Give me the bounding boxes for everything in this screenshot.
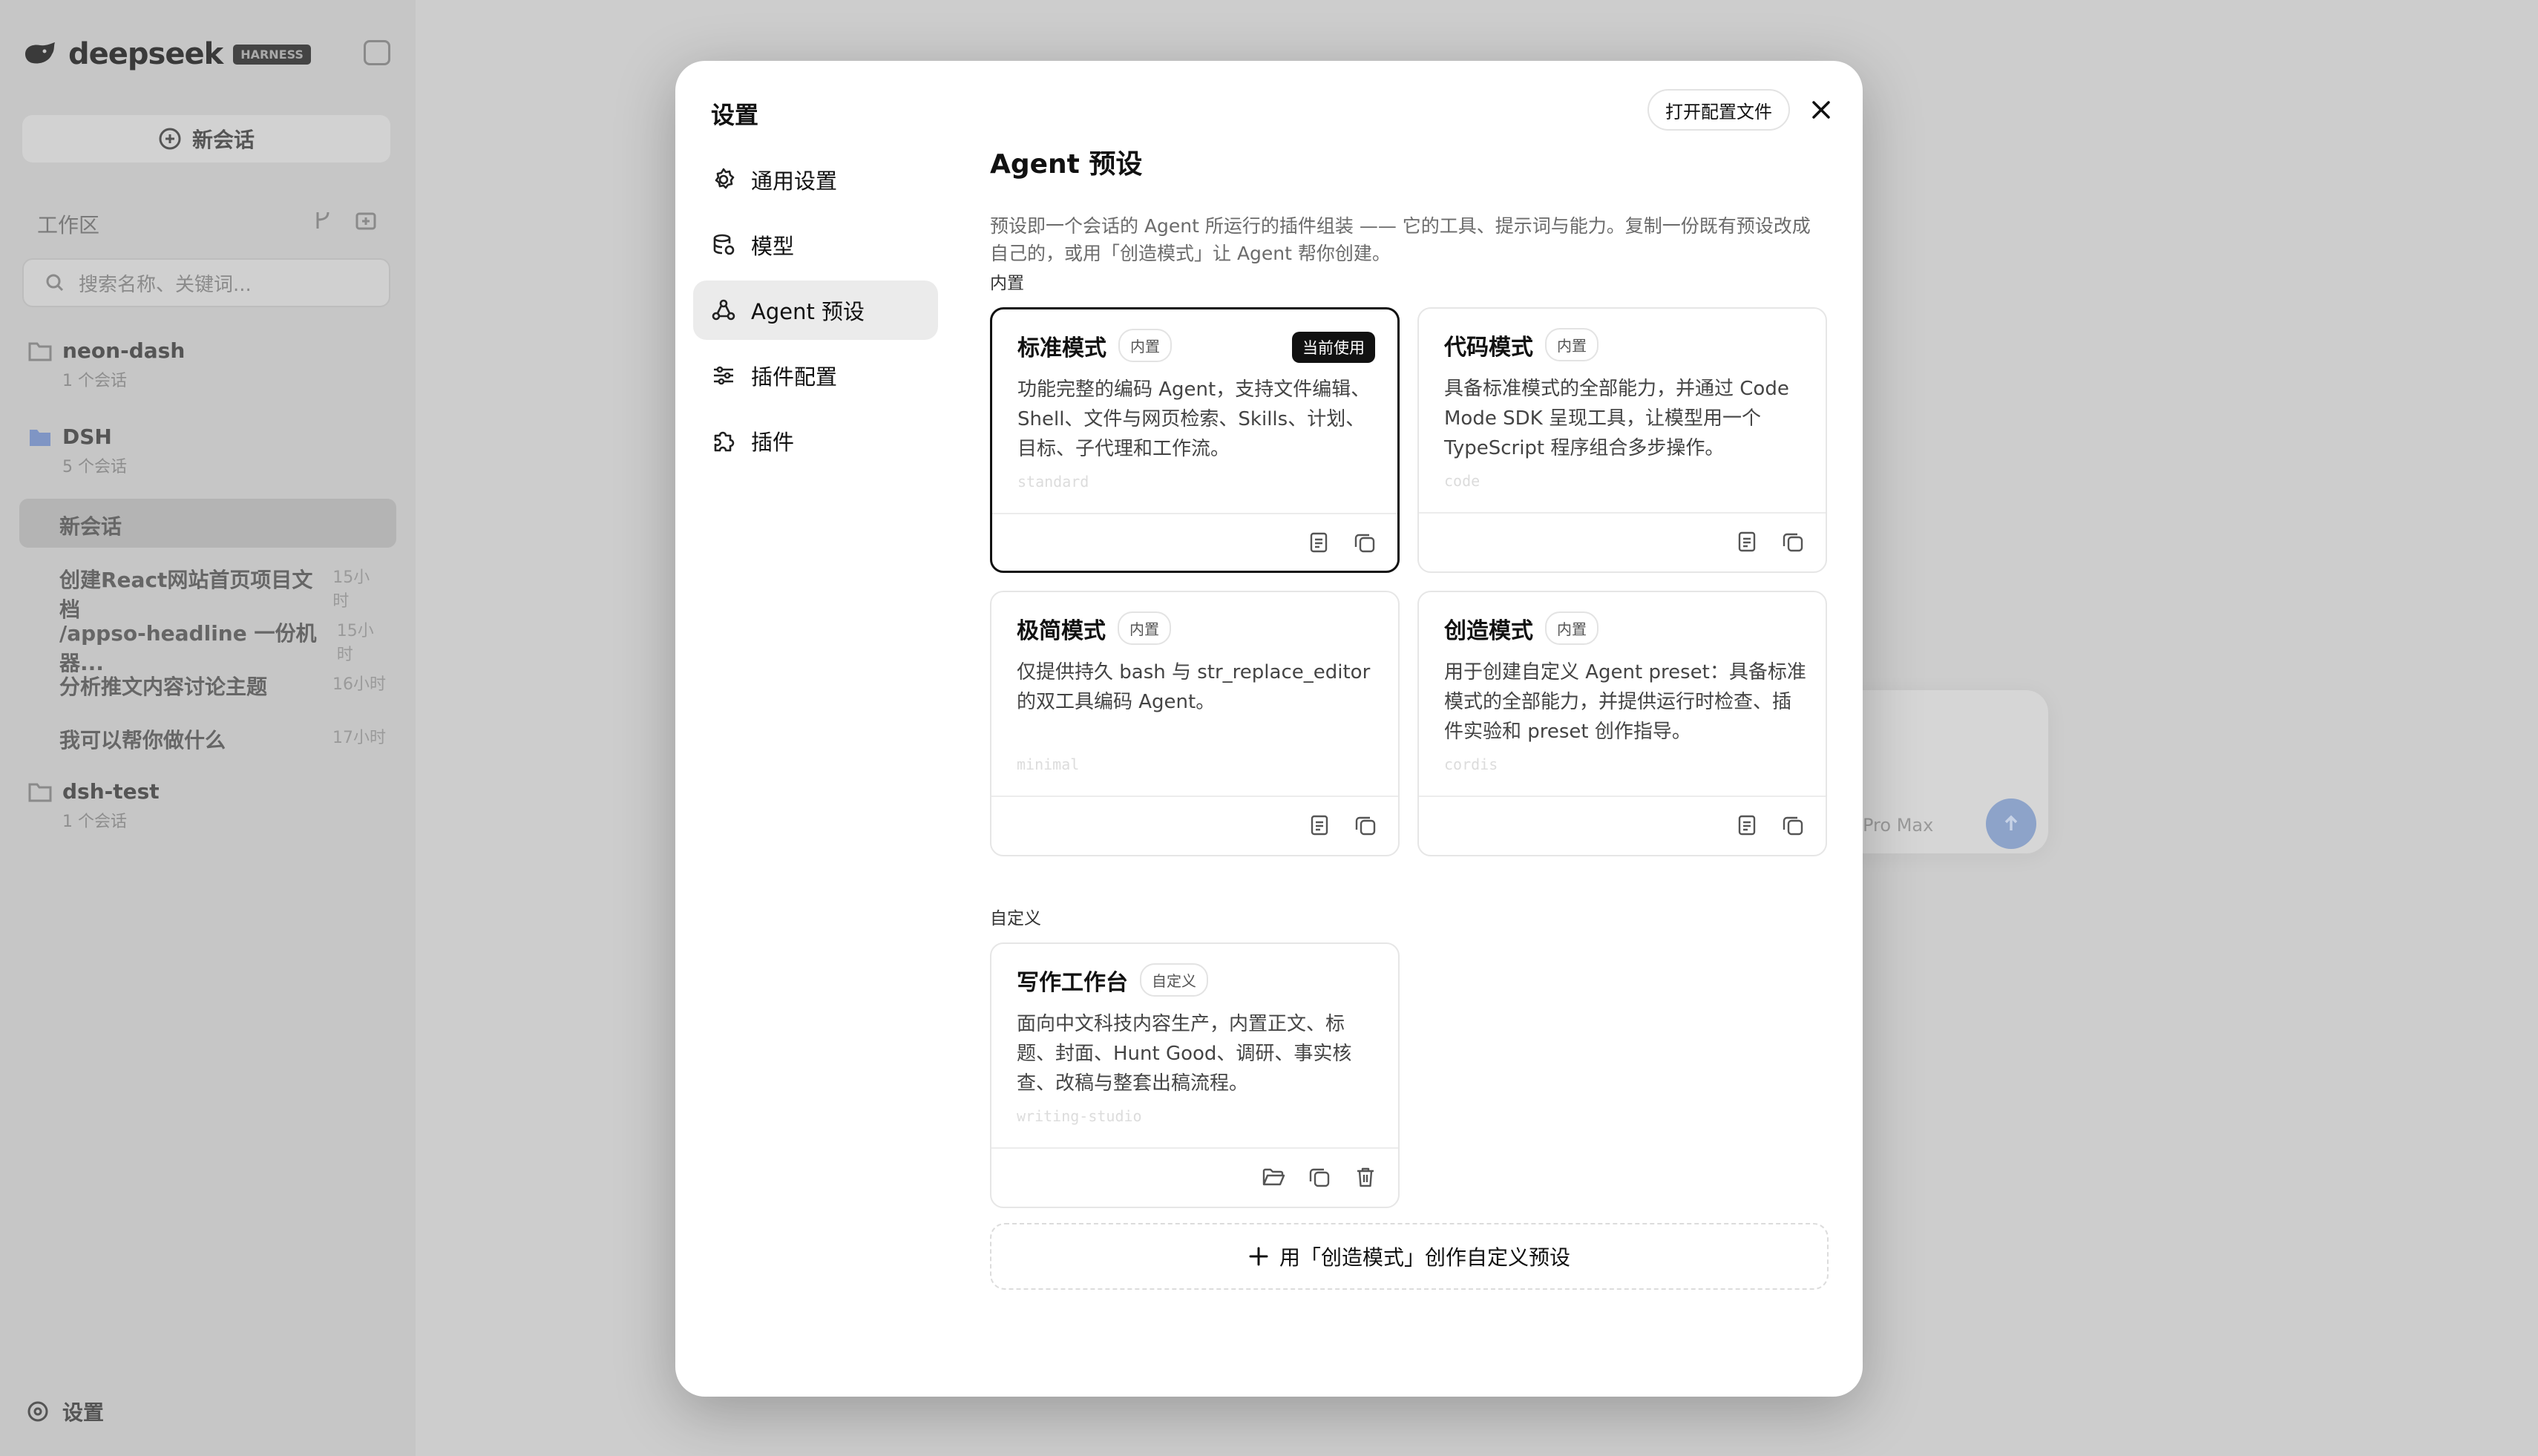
- preset-slug: cordis: [1444, 755, 1498, 773]
- custom-badge: 自定义: [1140, 963, 1208, 997]
- card-divider: [991, 1147, 1398, 1149]
- preset-card-minimal[interactable]: 极简模式 内置 仅提供持久 bash 与 str_replace_editor …: [990, 591, 1400, 856]
- copy-icon[interactable]: [1781, 530, 1805, 554]
- nav-item-plugins[interactable]: 插件: [693, 411, 938, 470]
- builtin-badge: 内置: [1118, 329, 1172, 362]
- nav-item-label: 通用设置: [751, 168, 838, 194]
- settings-nav: 通用设置 模型 Agent 预设 插件配置 插件: [693, 150, 938, 476]
- card-header: 创造模式 内置: [1444, 611, 1598, 645]
- builtin-badge: 内置: [1118, 611, 1171, 645]
- preset-name: 极简模式: [1017, 617, 1106, 644]
- preset-card-code[interactable]: 代码模式 内置 具备标准模式的全部能力，并通过 Code Mode SDK 呈现…: [1417, 307, 1827, 573]
- card-actions: [1735, 530, 1805, 554]
- card-header: 极简模式 内置: [1017, 611, 1171, 645]
- card-header: 写作工作台 自定义: [1017, 963, 1208, 997]
- settings-modal: 设置 打开配置文件 通用设置 模型 Agent 预设 插件配置 插件 Agent…: [675, 61, 1863, 1397]
- preset-description: 面向中文科技内容生产，内置正文、标题、封面、Hunt Good、调研、事实核查、…: [1017, 1013, 1352, 1095]
- preset-slug: writing-studio: [1017, 1107, 1142, 1125]
- panel-title: Agent 预设: [990, 149, 1143, 180]
- panel-description: 预设即一个会话的 Agent 所运行的插件组装 —— 它的工具、提示词与能力。复…: [990, 215, 1811, 264]
- card-divider: [1419, 512, 1826, 514]
- modal-title: 设置: [711, 101, 759, 129]
- preset-name: 创造模式: [1444, 617, 1533, 644]
- preset-description: 仅提供持久 bash 与 str_replace_editor 的双工具编码 A…: [1017, 661, 1371, 713]
- preset-description: 用于创建自定义 Agent preset：具备标准模式的全部能力，并提供运行时检…: [1444, 661, 1806, 743]
- close-button[interactable]: [1805, 94, 1837, 126]
- preset-slug: code: [1444, 472, 1480, 490]
- card-actions: [1735, 813, 1805, 837]
- builtin-section-label: 内置: [990, 274, 1024, 293]
- preset-card-writing-studio[interactable]: 写作工作台 自定义 面向中文科技内容生产，内置正文、标题、封面、Hunt Goo…: [990, 942, 1400, 1208]
- nav-item-general[interactable]: 通用设置: [693, 150, 938, 209]
- puzzle-icon: [714, 431, 735, 452]
- view-document-icon[interactable]: [1308, 813, 1331, 837]
- preset-name: 代码模式: [1444, 334, 1533, 361]
- preset-slug: standard: [1017, 473, 1089, 491]
- view-document-icon[interactable]: [1735, 813, 1759, 837]
- card-actions: [1307, 531, 1377, 554]
- agent-icon: [712, 299, 735, 321]
- card-divider: [1419, 796, 1826, 797]
- nav-item-label: 插件: [751, 430, 795, 455]
- copy-icon[interactable]: [1353, 531, 1377, 554]
- plus-icon: [1249, 1247, 1268, 1266]
- view-document-icon[interactable]: [1307, 531, 1331, 554]
- card-divider: [992, 513, 1397, 514]
- copy-icon[interactable]: [1781, 813, 1805, 837]
- custom-section-label: 自定义: [990, 909, 1041, 928]
- nav-item-plugin-config[interactable]: 插件配置: [693, 346, 938, 405]
- view-document-icon[interactable]: [1735, 530, 1759, 554]
- nav-item-model[interactable]: 模型: [693, 215, 938, 275]
- preset-name: 标准模式: [1017, 335, 1106, 361]
- builtin-badge: 内置: [1545, 611, 1598, 645]
- card-divider: [991, 796, 1398, 797]
- preset-description: 功能完整的编码 Agent，支持文件编辑、Shell、文件与网页检索、Skill…: [1017, 378, 1371, 460]
- card-header: 标准模式 内置: [1017, 329, 1172, 362]
- trash-icon[interactable]: [1354, 1165, 1377, 1189]
- copy-icon[interactable]: [1308, 1165, 1331, 1189]
- create-custom-preset-button[interactable]: 用「创造模式」创作自定义预设: [990, 1223, 1829, 1290]
- folder-open-icon[interactable]: [1262, 1165, 1285, 1189]
- builtin-badge: 内置: [1545, 328, 1598, 361]
- gear-icon: [715, 168, 735, 189]
- create-button-label: 用「创造模式」创作自定义预设: [1279, 1245, 1570, 1270]
- card-actions: [1262, 1165, 1377, 1189]
- agent-preset-panel: Agent 预设 预设即一个会话的 Agent 所运行的插件组装 —— 它的工具…: [990, 142, 1829, 267]
- nav-item-agent-preset[interactable]: Agent 预设: [693, 281, 938, 340]
- database-icon: [713, 234, 735, 255]
- preset-slug: minimal: [1017, 755, 1080, 773]
- close-icon: [1812, 101, 1830, 119]
- preset-card-create[interactable]: 创造模式 内置 用于创建自定义 Agent preset：具备标准模式的全部能力…: [1417, 591, 1827, 856]
- preset-name: 写作工作台: [1017, 969, 1128, 996]
- card-actions: [1308, 813, 1377, 837]
- preset-card-standard[interactable]: 标准模式 内置 当前使用 功能完整的编码 Agent，支持文件编辑、Shell、…: [990, 307, 1400, 573]
- copy-icon[interactable]: [1354, 813, 1377, 837]
- nav-item-label: 插件配置: [751, 364, 838, 390]
- sliders-icon: [714, 366, 733, 385]
- open-config-file-button[interactable]: 打开配置文件: [1647, 89, 1790, 131]
- card-header: 代码模式 内置: [1444, 328, 1598, 361]
- current-badge: 当前使用: [1292, 332, 1375, 363]
- preset-description: 具备标准模式的全部能力，并通过 Code Mode SDK 呈现工具，让模型用一…: [1444, 378, 1789, 459]
- nav-item-label: Agent 预设: [751, 299, 865, 324]
- nav-item-label: 模型: [751, 234, 795, 259]
